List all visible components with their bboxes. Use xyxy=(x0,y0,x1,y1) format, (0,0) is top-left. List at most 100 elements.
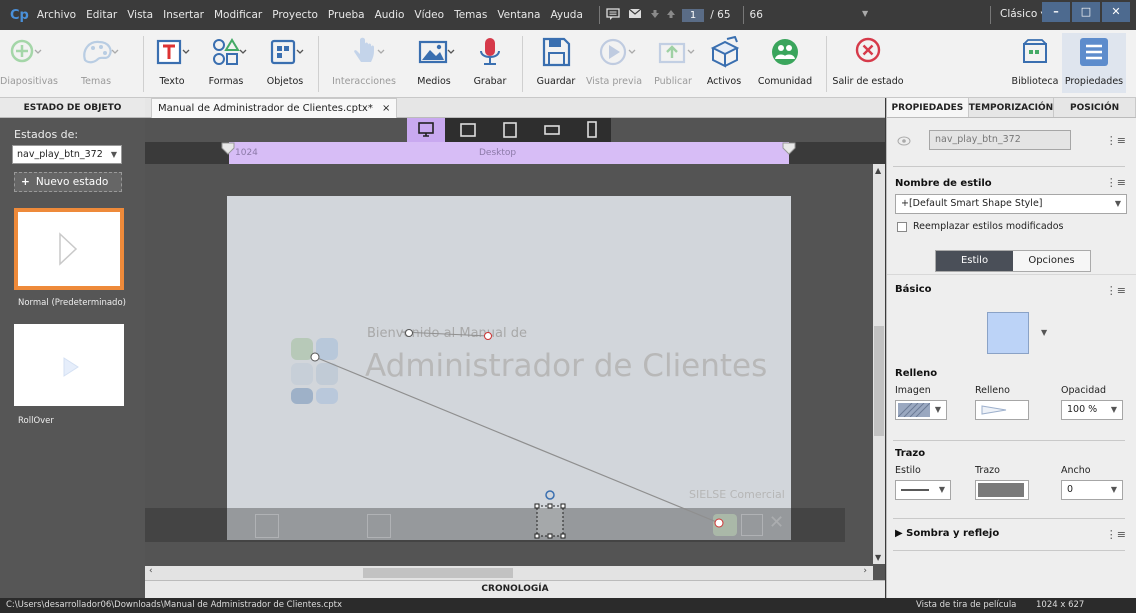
shadow-menu-icon[interactable]: ⋮≡ xyxy=(1106,528,1126,541)
tab-properties[interactable]: PROPIEDADES xyxy=(887,98,969,117)
image-icon xyxy=(417,36,455,68)
stage-area: 1024 Desktop Bienvenido al Manual de Adm… xyxy=(145,118,885,580)
shapes-label: Formas xyxy=(208,76,244,87)
document-tab[interactable]: Manual de Administrador de Clientes.cptx… xyxy=(151,98,398,118)
menu-ayuda[interactable]: Ayuda xyxy=(550,9,582,21)
themes-icon xyxy=(79,36,119,68)
menu-audio[interactable]: Audio xyxy=(375,9,405,21)
shapes-button[interactable]: Formas xyxy=(204,36,248,87)
path-start-point xyxy=(310,352,320,362)
toolbar-separator xyxy=(522,36,523,92)
community-button[interactable]: Comunidad xyxy=(756,36,814,87)
stroke-color-picker[interactable] xyxy=(975,480,1029,500)
menu-video[interactable]: Vídeo xyxy=(414,9,444,21)
properties-tabs: PROPIEDADES TEMPORIZACIÓN POSICIÓN xyxy=(887,98,1136,118)
menu-insertar[interactable]: Insertar xyxy=(163,9,204,21)
preview-button[interactable]: Vista previa xyxy=(584,36,644,87)
objects-button[interactable]: Objetos xyxy=(263,36,307,87)
workspace-label: Clásico xyxy=(1000,8,1038,20)
shape-preview[interactable] xyxy=(987,312,1029,354)
maximize-button[interactable]: □ xyxy=(1072,2,1100,22)
menu-prueba[interactable]: Prueba xyxy=(328,9,365,21)
scroll-up-icon[interactable]: ▲ xyxy=(875,166,881,175)
style-name-label: Nombre de estilo xyxy=(895,178,992,189)
current-slide-input[interactable]: 1 xyxy=(681,8,705,22)
basic-menu-icon[interactable]: ⋮≡ xyxy=(1106,284,1126,297)
menu-separator xyxy=(598,6,600,24)
tab-timing[interactable]: TEMPORIZACIÓN xyxy=(968,98,1055,117)
style-select-value: +[Default Smart Shape Style] xyxy=(901,198,1043,209)
image-fill-picker[interactable]: ▼ xyxy=(895,400,947,420)
chevron-down-icon: ▼ xyxy=(1114,199,1121,208)
state-thumbnail-normal[interactable] xyxy=(14,208,124,290)
toolbar-separator xyxy=(318,36,319,92)
menu-more-icon[interactable]: ▼ xyxy=(862,9,868,18)
text-button[interactable]: Texto xyxy=(150,36,194,87)
menu-modificar[interactable]: Modificar xyxy=(214,9,262,21)
timeline-toggle[interactable]: CRONOLOGÍA xyxy=(145,580,885,598)
state-name-rollover: RollOver xyxy=(18,416,54,426)
tab-options[interactable]: Opciones xyxy=(1013,251,1090,271)
slides-button[interactable]: Diapositivas xyxy=(0,36,58,87)
media-button[interactable]: Medios xyxy=(412,36,456,87)
menu-proyecto[interactable]: Proyecto xyxy=(272,9,318,21)
publish-button[interactable]: Publicar xyxy=(648,36,698,87)
arrow-down-icon[interactable] xyxy=(650,9,660,22)
stroke-style-select[interactable]: ▼ xyxy=(895,480,951,500)
assets-button[interactable]: Activos xyxy=(702,35,746,87)
save-button[interactable]: Guardar xyxy=(534,36,578,87)
scroll-down-icon[interactable]: ▼ xyxy=(875,553,881,562)
library-button[interactable]: Biblioteca xyxy=(1010,36,1060,87)
image-label: Imagen xyxy=(895,385,931,396)
motion-path-layer xyxy=(310,329,724,539)
tab-position[interactable]: POSICIÓN xyxy=(1054,98,1136,117)
panel-menu-icon[interactable]: ⋮≡ xyxy=(1106,134,1126,147)
object-select-value: nav_play_btn_372 xyxy=(17,149,103,160)
exit-state-button[interactable]: Salir de estado xyxy=(832,36,904,87)
workspace-select[interactable]: Clásico ▾ xyxy=(1000,8,1046,20)
scroll-right-icon[interactable]: › xyxy=(863,566,867,576)
comment-icon[interactable] xyxy=(606,7,620,23)
close-button[interactable]: ✕ xyxy=(1102,2,1130,22)
menu-ventana[interactable]: Ventana xyxy=(497,9,540,21)
stroke-width-input[interactable]: 0 ▼ xyxy=(1061,480,1123,500)
arrow-up-icon[interactable] xyxy=(666,9,676,22)
gradient-fill-icon xyxy=(981,405,1007,415)
horizontal-scrollbar[interactable]: ‹ › xyxy=(145,566,873,580)
mail-icon[interactable] xyxy=(628,8,642,22)
assets-label: Activos xyxy=(706,76,742,87)
shape-dropdown-icon[interactable]: ▼ xyxy=(1041,328,1047,337)
motion-path-line xyxy=(401,331,489,337)
menu-archivo[interactable]: Archivo xyxy=(37,9,76,21)
fill-type-label: Relleno xyxy=(975,385,1010,396)
new-state-button[interactable]: + Nuevo estado xyxy=(14,172,122,192)
style-select[interactable]: +[Default Smart Shape Style] ▼ xyxy=(895,194,1127,214)
interactions-button[interactable]: Interacciones xyxy=(326,36,402,87)
fill-gradient-picker[interactable] xyxy=(975,400,1029,420)
save-icon xyxy=(539,36,573,68)
object-select[interactable]: nav_play_btn_372 ▼ xyxy=(12,145,122,164)
scroll-left-icon[interactable]: ‹ xyxy=(149,566,153,576)
shadow-section-toggle[interactable]: ▶ Sombra y reflejo xyxy=(895,528,999,539)
tab-close-icon[interactable]: × xyxy=(382,103,390,114)
scroll-thumb[interactable] xyxy=(874,326,884,436)
scroll-thumb[interactable] xyxy=(363,568,513,578)
tab-style[interactable]: Estilo xyxy=(936,251,1013,271)
preview-label: Vista previa xyxy=(585,76,643,87)
opacity-select[interactable]: 100 % ▼ xyxy=(1061,400,1123,420)
override-styles-checkbox[interactable] xyxy=(897,222,907,232)
vertical-scrollbar[interactable]: ▲ ▼ xyxy=(873,164,885,564)
menu-editar[interactable]: Editar xyxy=(86,9,117,21)
text-icon xyxy=(155,36,190,68)
object-name-field[interactable]: nav_play_btn_372 xyxy=(929,130,1071,150)
menu-temas[interactable]: Temas xyxy=(454,9,487,21)
properties-button[interactable]: Propiedades xyxy=(1062,33,1126,93)
menu-vista[interactable]: Vista xyxy=(127,9,153,21)
minimize-button[interactable]: – xyxy=(1042,2,1070,22)
themes-button[interactable]: Temas xyxy=(72,36,120,87)
record-button[interactable]: Grabar xyxy=(468,36,512,87)
eye-icon[interactable] xyxy=(897,136,911,146)
state-thumbnail-rollover[interactable] xyxy=(14,324,124,406)
objects-icon xyxy=(268,36,304,68)
style-menu-icon[interactable]: ⋮≡ xyxy=(1106,176,1126,189)
